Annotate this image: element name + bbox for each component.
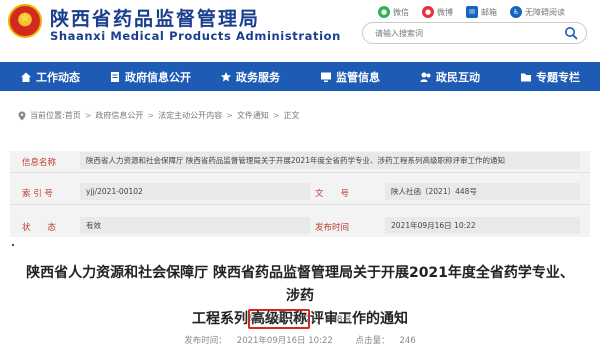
accessibility-icon: ♿ [510, 6, 522, 18]
nav-item-supervision[interactable]: 监管信息 [300, 62, 400, 91]
article-meta: 发布时间： 2021年09月16日 10:22 点击量： 246 [0, 334, 600, 346]
stray-dot [12, 244, 14, 246]
breadcrumb-separator: > [147, 111, 155, 120]
mail-icon: ✉ [466, 6, 478, 18]
publish-time-value: 2021年09月16日 10:22 [236, 336, 333, 346]
info-date-label: 发布时间 [315, 223, 350, 233]
info-name-value: 陕西省人力资源和社会保障厅 陕西省药品监督管理局关于开展2021年度全省药学专业… [80, 152, 580, 169]
home-icon [21, 72, 31, 82]
nav-label: 政府信息公开 [125, 70, 191, 84]
folder-icon [521, 73, 531, 81]
mail-label: 邮箱 [481, 7, 497, 17]
weibo-icon: ● [422, 6, 434, 18]
monitor-icon [321, 72, 331, 82]
breadcrumb-separator: > [84, 111, 92, 120]
site-title[interactable]: 陕西省药品监督管理局 [50, 4, 260, 31]
info-name-label: 信息名称 [22, 158, 57, 168]
info-divider [10, 204, 590, 205]
search-icon[interactable] [564, 26, 578, 40]
wechat-link[interactable]: ● 微信 [378, 5, 409, 19]
site-header: 陕西省药品监督管理局 Shaanxi Medical Products Admi… [0, 0, 600, 62]
breadcrumb-item-statutory[interactable]: 法定主动公开内容 [158, 110, 222, 121]
wechat-icon: ● [378, 6, 390, 18]
weibo-link[interactable]: ● 微博 [422, 5, 453, 19]
search-input[interactable] [375, 26, 555, 40]
breadcrumb-prefix: 当前位置: [30, 111, 65, 120]
breadcrumb-separator: > [226, 111, 233, 120]
nav-item-interaction[interactable]: 政民互动 [400, 62, 500, 91]
site-title-english: Shaanxi Medical Products Administration [50, 29, 341, 43]
document-info-table: 信息名称 陕西省人力资源和社会保障厅 陕西省药品监督管理局关于开展2021年度全… [10, 151, 590, 237]
article-document-number: 陕人社函〔2021〕448号 [248, 315, 352, 325]
chat-icon [420, 72, 431, 82]
views-label: 点击量： [355, 336, 390, 346]
location-pin-icon [18, 111, 26, 120]
info-doc-value: 陕人社函〔2021〕448号 [385, 183, 580, 200]
service-icon [221, 71, 231, 81]
weibo-label: 微博 [437, 7, 453, 17]
nav-label: 政务服务 [236, 70, 280, 84]
nav-label: 监管信息 [336, 70, 380, 84]
nav-item-work-news[interactable]: 工作动态 [0, 62, 100, 91]
info-status-label: 状 态 [22, 223, 57, 233]
mail-link[interactable]: ✉ 邮箱 [466, 5, 497, 19]
accessibility-link[interactable]: ♿ 无障碍阅读 [510, 5, 565, 19]
top-links: ● 微信 ● 微博 ✉ 邮箱 ♿ 无障碍阅读 [378, 5, 578, 19]
nav-item-gov-info[interactable]: 政府信息公开 [100, 62, 200, 91]
info-divider [10, 172, 590, 173]
nav-label: 政民互动 [436, 70, 480, 84]
views-count: 246 [399, 336, 416, 346]
info-status-value: 有效 [80, 217, 310, 234]
info-date-value: 2021年09月16日 10:22 [385, 217, 580, 234]
wechat-label: 微信 [393, 7, 409, 17]
nav-label: 专题专栏 [536, 70, 580, 84]
breadcrumb-item-gov-info[interactable]: 政府信息公开 [95, 110, 143, 121]
publish-time-label: 发布时间： [184, 336, 227, 346]
info-number-value: yjj/2021-00102 [80, 183, 310, 200]
breadcrumb: 当前位置: 首页 > 政府信息公开 > 法定主动公开内容 > 文件通知 > 正文 [18, 110, 300, 121]
breadcrumb-separator: > [272, 111, 280, 120]
breadcrumb-item-home[interactable]: 首页 [65, 110, 81, 121]
breadcrumb-item-notices[interactable]: 文件通知 [237, 110, 269, 121]
info-number-label: 索 引 号 [22, 189, 53, 199]
national-emblem-icon [8, 4, 42, 38]
breadcrumb-item-current: 正文 [283, 111, 300, 120]
search-box [362, 22, 587, 44]
info-doc-label: 文 号 [315, 189, 350, 199]
document-icon [111, 71, 119, 82]
main-nav: 工作动态 政府信息公开 政务服务 监管信息 政民互动 专题专栏 [0, 62, 600, 91]
nav-label: 工作动态 [36, 70, 80, 84]
nav-item-special-topics[interactable]: 专题专栏 [500, 62, 600, 91]
article-title-line1: 陕西省人力资源和社会保障厅 陕西省药品监督管理局关于开展2021年度全省药学专业… [26, 265, 574, 304]
accessibility-label: 无障碍阅读 [525, 7, 565, 17]
nav-item-services[interactable]: 政务服务 [200, 62, 300, 91]
